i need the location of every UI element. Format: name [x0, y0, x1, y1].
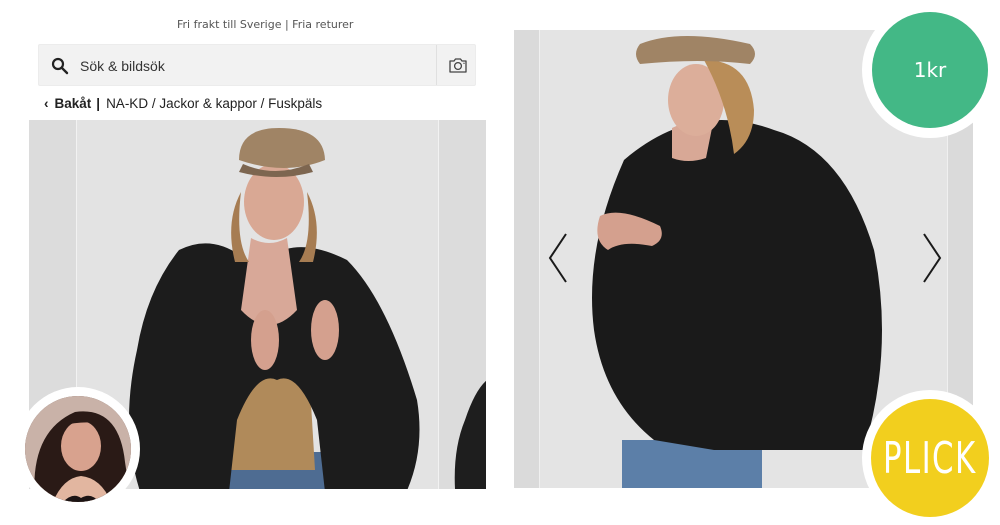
chevron-left-icon[interactable]: ‹: [44, 96, 49, 111]
page: Fri frakt till Sverige | Fria returer Sö…: [0, 0, 1000, 525]
breadcrumb-separator: |: [96, 95, 101, 111]
search-divider: [436, 45, 437, 85]
breadcrumb-path[interactable]: NA-KD / Jackor & kappor / Fuskpäls: [106, 96, 322, 111]
chevron-left-icon[interactable]: [544, 230, 574, 286]
avatar-photo: [25, 396, 131, 502]
chevron-right-icon[interactable]: [916, 230, 946, 286]
price-badge: 1kr: [862, 2, 998, 138]
shipping-notice: Fri frakt till Sverige | Fria returer: [29, 14, 486, 34]
avatar: [25, 396, 131, 502]
back-link[interactable]: Bakåt: [55, 96, 92, 111]
search-input[interactable]: Sök & bildsök: [80, 58, 165, 74]
seller-avatar[interactable]: [16, 387, 140, 511]
breadcrumb: ‹ Bakåt | NA-KD / Jackor & kappor / Fusk…: [44, 94, 322, 112]
price-text: 1kr: [913, 58, 947, 82]
shipping-notice-text: Fri frakt till Sverige | Fria returer: [177, 18, 354, 31]
camera-icon[interactable]: [448, 56, 468, 74]
plick-logo-inner: PLICK: [871, 399, 989, 517]
search-icon: [51, 57, 69, 75]
plick-logo-text: PLICK: [883, 432, 977, 484]
price-badge-inner: 1kr: [872, 12, 988, 128]
search-bar[interactable]: Sök & bildsök: [38, 44, 476, 86]
plick-logo[interactable]: PLICK: [862, 390, 998, 525]
